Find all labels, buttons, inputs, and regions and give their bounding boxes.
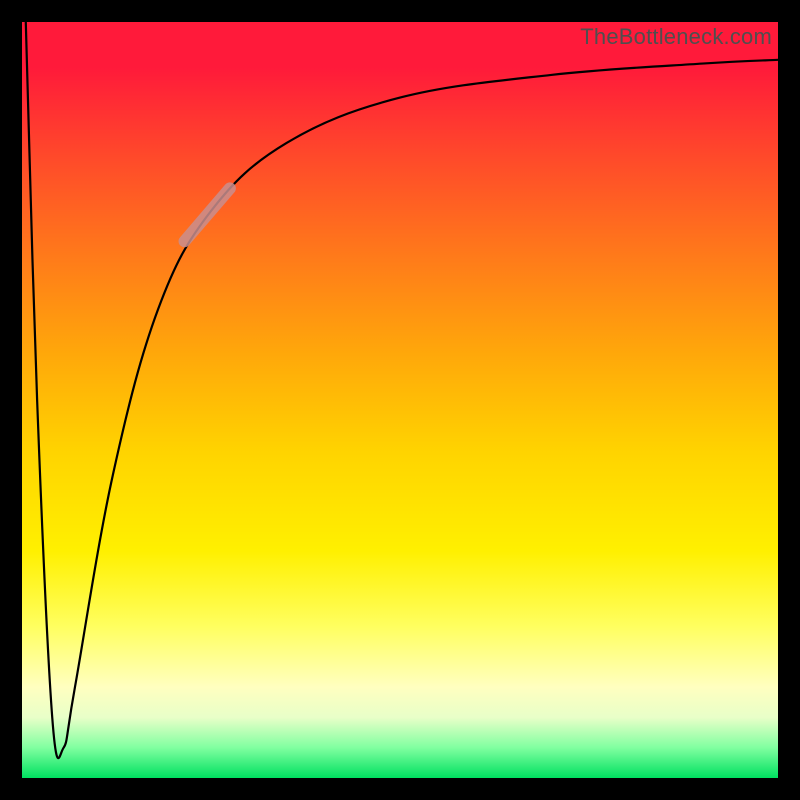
- curve-svg: [22, 22, 778, 778]
- highlight-bulge-path: [185, 188, 230, 241]
- watermark-text: TheBottleneck.com: [580, 24, 772, 50]
- bottleneck-curve-path: [26, 22, 778, 758]
- chart-frame: TheBottleneck.com: [0, 0, 800, 800]
- chart-plot-area: TheBottleneck.com: [22, 22, 778, 778]
